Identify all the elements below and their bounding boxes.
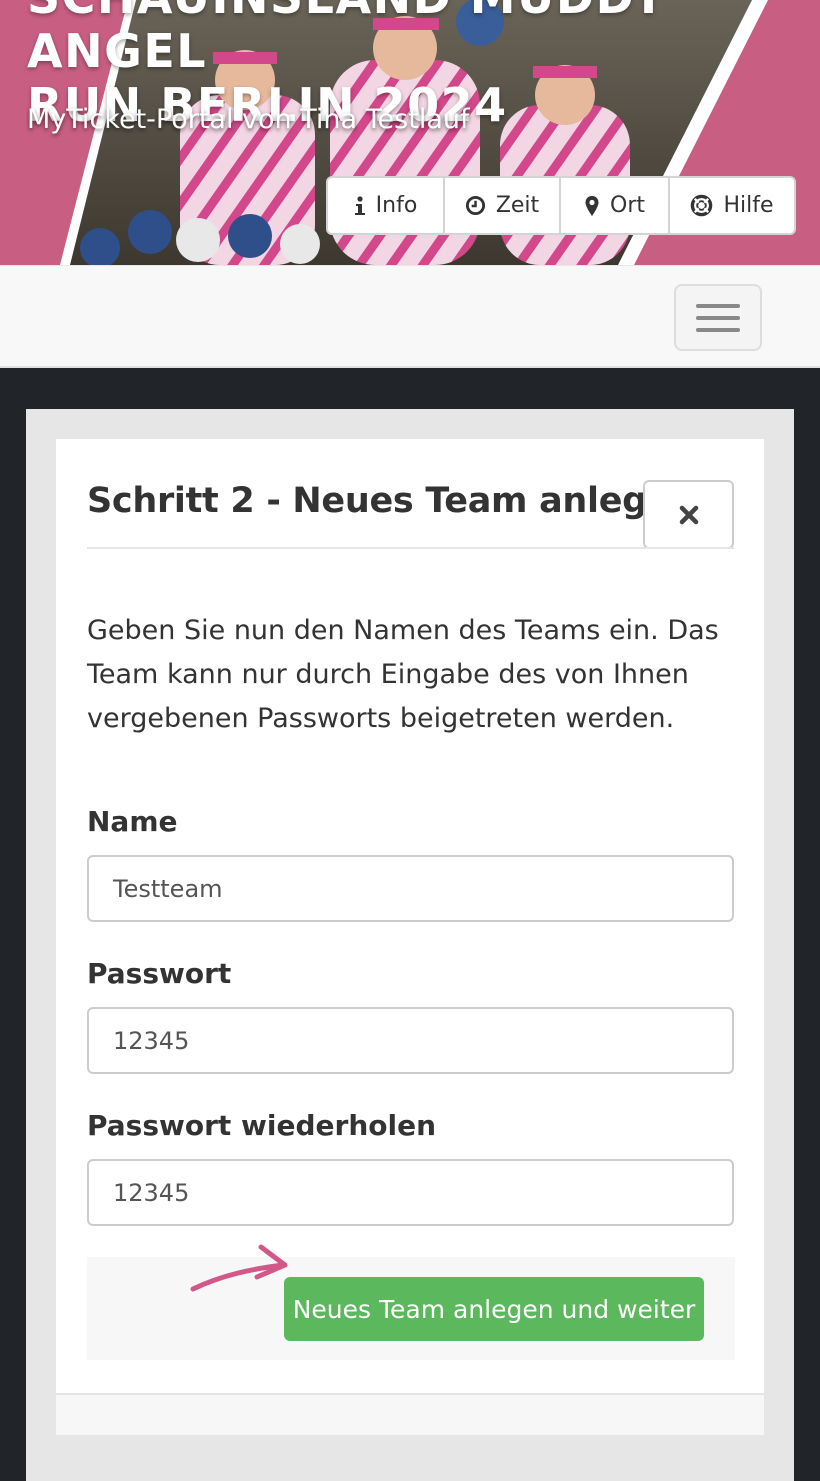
hamburger-menu-icon-bar [696, 315, 740, 320]
password-repeat-label: Passwort wiederholen [87, 1109, 437, 1142]
navbar-toggle-button[interactable] [674, 284, 762, 351]
title-divider [87, 547, 734, 549]
hamburger-menu-icon-bar [696, 303, 740, 308]
new-team-dialog: Schritt 2 - Neues Team anlegen Geben Sie… [56, 439, 764, 1435]
password-label: Passwort [87, 957, 232, 990]
password-repeat-input[interactable]: 12345 [87, 1159, 734, 1226]
create-team-button[interactable]: Neues Team anlegen und weiter [284, 1277, 704, 1341]
dialog-footer [56, 1393, 764, 1435]
dialog-description: Geben Sie nun den Namen des Teams ein. D… [87, 615, 719, 734]
map-marker-icon [585, 195, 599, 216]
event-info-button-group: Info Zeit Ort Hilfe [326, 176, 796, 235]
info-icon [354, 195, 365, 215]
info-button[interactable]: Info [328, 178, 445, 233]
close-button[interactable] [643, 480, 734, 549]
dialog-button-area: Neues Team anlegen und weiter [87, 1244, 735, 1360]
dialog-title: Schritt 2 - Neues Team anlegen [87, 481, 695, 521]
event-banner: SCHAUINSLAND MUDDY ANGEL RUN BERLIN 2024… [0, 0, 820, 265]
event-title-line-1: SCHAUINSLAND MUDDY ANGEL [27, 0, 665, 78]
help-button-label: Hilfe [723, 193, 774, 218]
lifebuoy-icon [691, 194, 713, 217]
password-input[interactable]: 12345 [87, 1007, 734, 1074]
close-icon [679, 505, 698, 524]
help-button[interactable]: Hilfe [670, 178, 794, 233]
location-button[interactable]: Ort [561, 178, 670, 233]
navbar [0, 265, 820, 368]
pointer-arrow-icon [190, 1244, 288, 1292]
portal-subtitle: MyTicket-Portal von Tina Testlauf [27, 104, 470, 135]
content-container: Schritt 2 - Neues Team anlegen Geben Sie… [26, 409, 794, 1481]
info-button-label: Info [375, 193, 418, 218]
clock-icon [465, 195, 485, 216]
location-button-label: Ort [610, 193, 645, 218]
time-button-label: Zeit [495, 193, 540, 218]
time-button[interactable]: Zeit [445, 178, 561, 233]
hamburger-menu-icon-bar [696, 327, 740, 332]
team-name-input[interactable]: Testteam [87, 855, 734, 922]
name-label: Name [87, 805, 178, 838]
